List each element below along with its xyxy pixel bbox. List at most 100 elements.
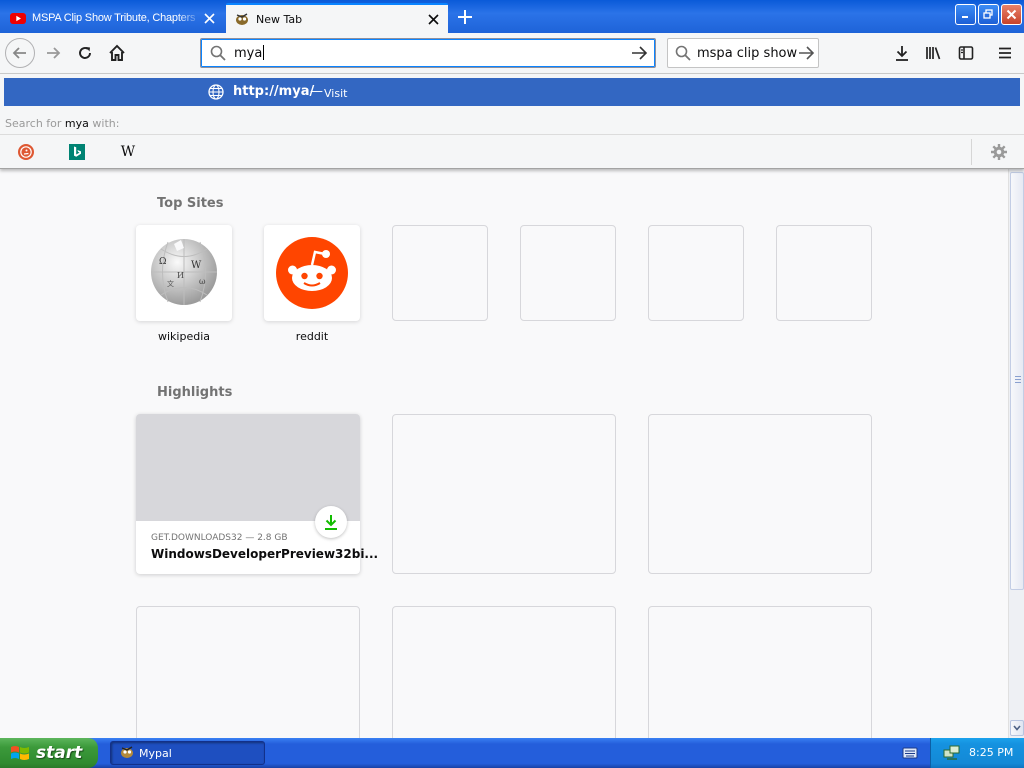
gear-icon[interactable] [989, 142, 1009, 162]
navigation-toolbar: mya mspa clip show [0, 33, 1024, 74]
search-icon [675, 45, 691, 61]
highlight-placeholder [392, 606, 616, 738]
newtab-page: Top Sites Ω W И ω 文 wikipedia reddit Hig… [0, 169, 1008, 738]
highlight-placeholder [392, 414, 616, 574]
tab-new-tab[interactable]: New Tab [226, 3, 448, 33]
highlight-thumbnail [136, 414, 360, 521]
search-term: mya [64, 117, 89, 130]
home-button[interactable] [103, 39, 131, 67]
highlight-card-download[interactable]: GET.DOWNLOADS32 — 2.8 GB WindowsDevelope… [136, 414, 378, 574]
tab-label: MSPA Clip Show Tribute, Chapters [32, 12, 196, 24]
top-site-placeholder [520, 225, 616, 321]
scrollbar-thumb[interactable] [1010, 172, 1024, 590]
svg-text:W: W [191, 260, 202, 271]
minimize-button[interactable] [955, 4, 976, 25]
url-autocomplete-popup: http://mya/ — Visit Search for mya with:… [0, 74, 1024, 169]
restore-icon [983, 9, 993, 19]
one-off-search-engines: W [0, 134, 1024, 168]
close-icon [1006, 9, 1017, 20]
result-separator: — [310, 84, 323, 99]
globe-icon [208, 84, 224, 103]
bing-icon[interactable] [67, 142, 87, 162]
start-button[interactable]: start [0, 738, 98, 768]
svg-text:ω: ω [199, 277, 206, 286]
top-site-placeholder [776, 225, 872, 321]
close-tab-icon[interactable] [202, 11, 216, 25]
highlight-placeholder [648, 414, 872, 574]
taskbar-item-mypal[interactable]: Mypal [110, 741, 265, 765]
back-button[interactable] [5, 38, 35, 68]
reload-icon [79, 47, 91, 59]
search-bar[interactable]: mspa clip show [667, 38, 819, 68]
menu-button[interactable] [991, 39, 1019, 67]
tab-strip: MSPA Clip Show Tribute, Chapters New Tab [0, 0, 1024, 33]
svg-text:И: И [177, 271, 184, 280]
windows-flag-icon [10, 744, 30, 762]
search-go-arrow-icon[interactable] [797, 46, 815, 60]
forward-arrow-icon [47, 47, 61, 59]
taskbar: start Mypal 8:25 PM [0, 738, 1024, 768]
close-tab-icon[interactable] [426, 12, 440, 26]
tab-mspa-clip-show[interactable]: MSPA Clip Show Tribute, Chapters [2, 3, 224, 33]
wikipedia-icon[interactable]: W [118, 142, 138, 162]
mypal-icon [234, 11, 250, 27]
top-site-reddit[interactable] [264, 225, 360, 321]
svg-text:Ω: Ω [159, 257, 166, 267]
new-tab-button[interactable] [453, 5, 477, 29]
chevron-down-icon [1013, 725, 1021, 731]
home-icon [109, 44, 125, 61]
plus-icon [458, 10, 472, 24]
top-sites-heading: Top Sites [157, 196, 224, 211]
download-arrow-icon [896, 46, 908, 61]
autocomplete-result-visit[interactable]: http://mya/ — Visit [4, 78, 1020, 106]
hamburger-menu-icon [999, 47, 1011, 59]
keyboard-icon[interactable] [902, 745, 918, 761]
highlight-placeholder [136, 606, 360, 738]
top-site-placeholder [648, 225, 744, 321]
top-site-label: wikipedia [157, 330, 210, 343]
top-site-placeholder [392, 225, 488, 321]
search-with-label: Search for mya with: [5, 117, 120, 130]
clock: 8:25 PM [969, 746, 1014, 759]
highlight-source: GET.DOWNLOADS32 — 2.8 GB [151, 533, 288, 543]
top-site-wikipedia[interactable]: Ω W И ω 文 [136, 225, 232, 321]
highlights-heading: Highlights [157, 385, 233, 400]
go-arrow-icon[interactable] [627, 46, 651, 60]
taskbar-item-label: Mypal [139, 746, 172, 760]
close-window-button[interactable] [1001, 4, 1022, 25]
vertical-scrollbar[interactable] [1008, 169, 1024, 738]
svg-text:文: 文 [167, 279, 174, 288]
scrollbar-grip-icon [1015, 376, 1021, 383]
network-icon[interactable] [943, 745, 961, 764]
scroll-down-button[interactable] [1010, 720, 1024, 736]
forward-button[interactable] [39, 39, 67, 67]
search-icon [210, 45, 226, 61]
duckduckgo-icon[interactable] [16, 142, 36, 162]
sidebar-button[interactable] [952, 39, 980, 67]
restore-button[interactable] [978, 4, 999, 25]
result-url: http://mya/ [233, 84, 315, 99]
start-label: start [36, 743, 83, 763]
wikipedia-globe-icon: Ω W И ω 文 [147, 234, 221, 311]
library-icon [926, 47, 941, 60]
mypal-icon [119, 744, 135, 763]
reddit-icon [275, 236, 349, 313]
back-arrow-icon [12, 47, 26, 59]
download-icon [315, 506, 347, 538]
url-bar[interactable]: mya [200, 38, 656, 68]
top-site-label: reddit [295, 330, 329, 343]
highlight-placeholder [648, 606, 872, 738]
reload-button[interactable] [71, 39, 99, 67]
youtube-icon [10, 10, 26, 26]
downloads-button[interactable] [888, 39, 916, 67]
url-input[interactable]: mya [234, 45, 627, 61]
result-action: Visit [324, 87, 348, 100]
system-tray: 8:25 PM [930, 738, 1024, 768]
tab-label: New Tab [256, 12, 303, 26]
highlight-title: WindowsDeveloperPreview32bi... [151, 547, 379, 561]
minimize-icon [962, 16, 968, 18]
search-input[interactable]: mspa clip show [697, 46, 797, 61]
sidebar-icon [958, 46, 974, 60]
library-button[interactable] [920, 39, 948, 67]
engine-separator [971, 139, 972, 165]
